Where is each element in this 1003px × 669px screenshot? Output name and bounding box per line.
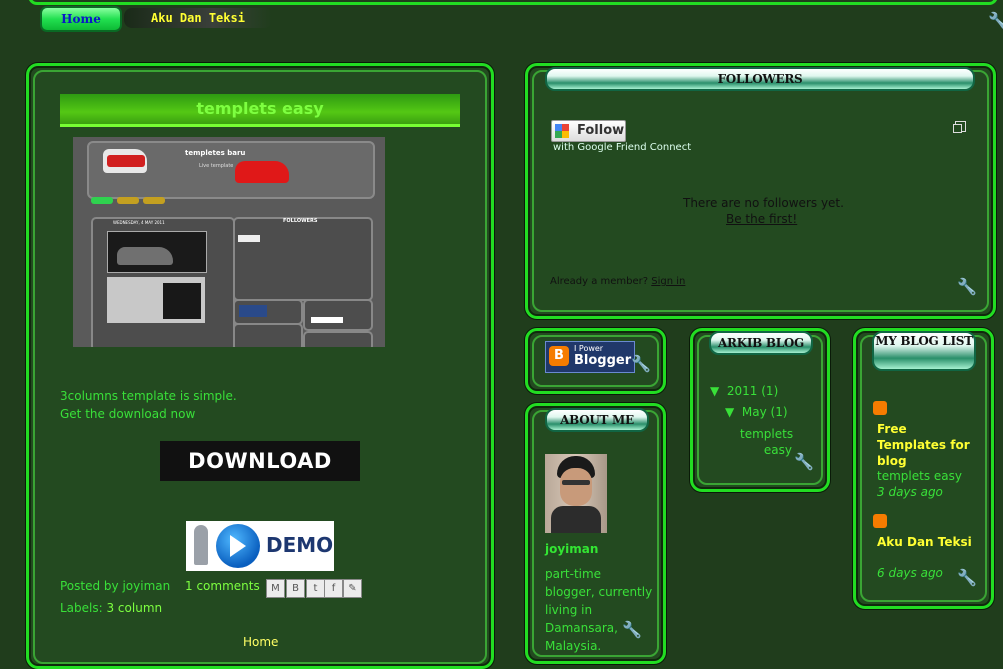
google-icon <box>555 124 569 138</box>
blog-title-tab[interactable]: Aku Dan Teksi <box>124 8 272 28</box>
labels-prefix: Labels: <box>60 601 107 615</box>
already-member: Already a member? Sign in <box>550 276 685 287</box>
archive-month[interactable]: ▼ May (1) <box>725 405 788 419</box>
blogthis-icon[interactable]: B <box>286 579 305 598</box>
followers-title: FOLLOWERS <box>545 67 975 91</box>
no-followers-text: There are no followers yet. <box>683 196 844 210</box>
bloglist-item-title[interactable]: Aku Dan Teksi <box>877 534 977 550</box>
blogger-icon <box>873 514 887 528</box>
wrench-icon[interactable]: 🔧 <box>988 12 1003 30</box>
wrench-icon[interactable]: 🔧 <box>622 621 642 639</box>
already-member-text: Already a member? <box>550 276 652 287</box>
be-first-link[interactable]: Be the first! <box>726 212 797 226</box>
archive-month-count: (1) <box>770 405 788 419</box>
preview-date: WEDNESDAY, 4 MAY 2011 <box>113 220 165 225</box>
gfc-text: with Google Friend Connect <box>553 142 692 153</box>
facebook-icon[interactable]: f <box>324 579 343 598</box>
footer-home-link[interactable]: Home <box>243 635 278 649</box>
post-body-line2: Get the download now <box>60 407 196 421</box>
badge-line2: Blogger <box>574 353 632 368</box>
post-labels: Labels: 3 column <box>60 601 162 615</box>
about-title: ABOUT ME <box>545 408 649 432</box>
wrench-icon[interactable]: 🔧 <box>957 569 977 587</box>
toggle-arrow-icon[interactable]: ▼ <box>725 405 734 419</box>
wrench-icon[interactable]: 🔧 <box>794 453 814 471</box>
twitter-icon[interactable]: t <box>306 579 325 598</box>
presenter-icon <box>194 525 208 565</box>
wrench-icon[interactable]: 🔧 <box>631 355 651 373</box>
archive-year-label[interactable]: 2011 <box>727 384 758 398</box>
archive-month-label[interactable]: May <box>742 405 767 419</box>
bloglist-item-post[interactable]: templets easy <box>877 469 962 483</box>
toggle-arrow-icon[interactable]: ▼ <box>710 384 719 398</box>
demo-button[interactable]: DEMO <box>186 521 334 571</box>
follow-label: Follow <box>577 123 625 138</box>
email-icon[interactable]: M <box>266 579 285 598</box>
preview-subheader: Live template <box>199 163 234 169</box>
about-desc: part-time blogger, currently living in D… <box>545 567 653 653</box>
about-name[interactable]: joyiman <box>545 542 598 556</box>
archive-post-link[interactable]: templets easy <box>740 426 793 458</box>
blogger-icon <box>873 401 887 415</box>
bloglist-item-age: 6 days ago <box>877 566 943 580</box>
wrench-icon[interactable]: 🔧 <box>957 278 977 296</box>
home-tab[interactable]: Home <box>40 6 122 32</box>
preview-followers: FOLLOWERS <box>283 218 318 224</box>
sign-in-link[interactable]: Sign in <box>651 276 685 287</box>
demo-label: DEMO <box>266 533 334 557</box>
badge-line1: I Power <box>574 344 604 353</box>
archive-year-count: (1) <box>761 384 779 398</box>
template-preview-image[interactable]: templetes baru Live template WEDNESDAY, … <box>73 137 385 347</box>
archive-year[interactable]: ▼ 2011 (1) <box>710 384 778 398</box>
bloglist-item-title[interactable]: Free Templates for blog <box>877 421 977 469</box>
posted-by: Posted by joyiman <box>60 579 171 593</box>
profile-photo[interactable] <box>545 454 607 533</box>
blogger-icon: B <box>549 346 569 366</box>
download-button[interactable]: DOWNLOAD <box>160 441 360 481</box>
post-title[interactable]: templets easy <box>60 94 460 127</box>
header-frame <box>28 0 998 5</box>
follow-button[interactable]: Follow <box>551 120 626 142</box>
blogger-badge[interactable]: B I Power Blogger <box>545 341 635 373</box>
post-body-line1: 3columns template is simple. <box>60 389 237 403</box>
buzz-icon[interactable]: ✎ <box>343 579 362 598</box>
bloglist-title: MY BLOG LIST <box>872 331 976 371</box>
archive-title: ARKIB BLOG <box>709 331 813 355</box>
bloglist-item-age: 3 days ago <box>877 485 943 499</box>
label-link[interactable]: 3 column <box>106 601 162 615</box>
comments-link[interactable]: 1 comments <box>185 579 260 593</box>
preview-header: templetes baru <box>185 149 246 157</box>
